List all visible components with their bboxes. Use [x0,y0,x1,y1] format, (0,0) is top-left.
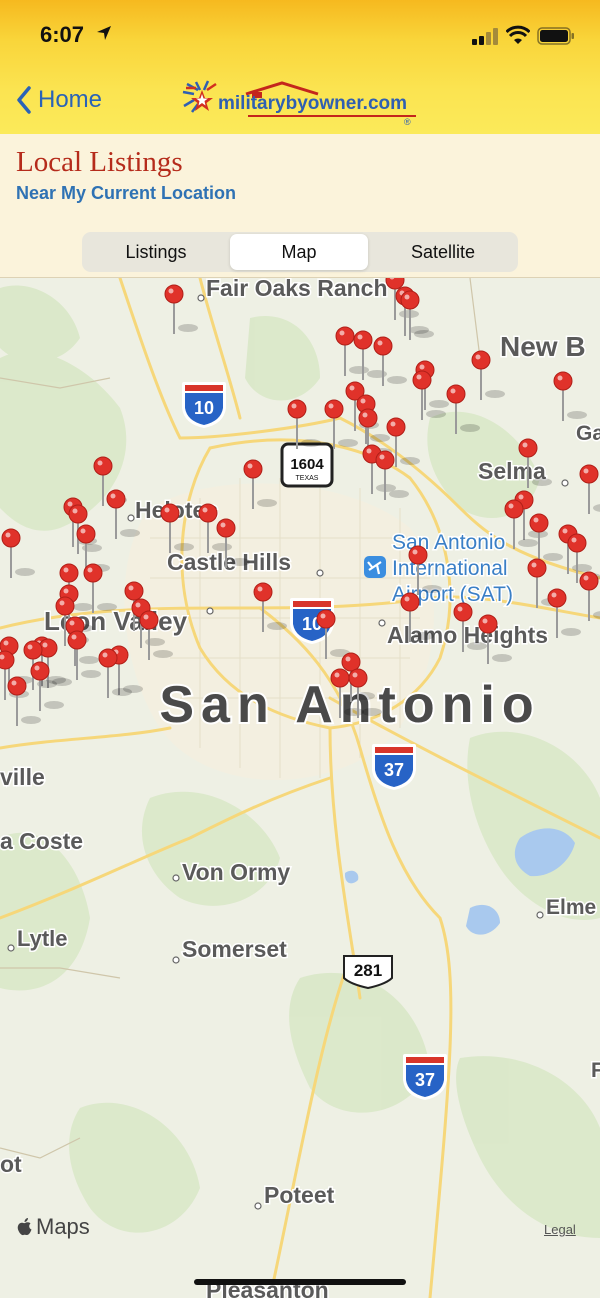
apple-maps-attribution: Maps [16,1214,90,1240]
view-segmented-control: Listings Map Satellite [82,232,518,272]
svg-text:1604: 1604 [290,456,324,473]
map-label-poteet: Poteet [264,1182,335,1208]
map-label-ot: ot [0,1151,22,1177]
battery-icon [537,27,574,45]
page-subtitle: Near My Current Location [16,183,237,203]
cellular-signal-icon [472,28,498,45]
registered-mark: ® [404,117,411,126]
apple-icon [17,1218,32,1236]
svg-text:TEXAS: TEXAS [296,475,319,482]
svg-text:10: 10 [194,398,214,418]
svg-text:37: 37 [384,760,404,780]
wifi-icon [506,25,530,44]
svg-text:37: 37 [415,1070,435,1090]
tab-listings[interactable]: Listings [84,234,228,270]
map-label-castle-hills: Castle Hills [167,549,291,575]
map-label-alamo-heights: Alamo Heights [387,622,548,648]
map-label-fair-oaks-ranch: Fair Oaks Ranch [206,278,388,301]
svg-text:281: 281 [354,961,382,980]
logo-text: militarybyowner.com [218,93,407,114]
legal-link[interactable]: Legal [544,1222,576,1237]
page-title: Local Listings [16,146,183,178]
location-arrow-icon [97,26,111,40]
map-label-lytle: Lytle [17,926,68,951]
map-view[interactable]: Fair Oaks Ranch New B Ga Selma Helotes C… [0,278,600,1298]
loop-1604-shield: 1604 TEXAS [280,442,334,488]
app-header: 6:07 Home militarybyowner.com ® [0,0,600,134]
tab-map[interactable]: Map [230,234,368,270]
maps-label: Maps [36,1214,90,1239]
map-label-airport-line2: International [392,557,508,580]
map-label-new-b: New B [500,331,586,362]
home-indicator[interactable] [194,1279,406,1285]
airport-marker[interactable] [364,556,386,578]
map-label-ga: Ga [576,422,600,445]
map-label-f: F [591,1059,600,1082]
tab-satellite[interactable]: Satellite [370,234,516,270]
map-label-somerset: Somerset [182,936,287,962]
back-button[interactable]: Home [16,86,102,114]
map-label-elme: Elme [546,896,596,919]
status-bar: 6:07 [0,0,600,68]
map-label-airport-line1: San Antonio [392,531,505,554]
map-label-oville: ville [0,764,45,790]
map-label-la-coste: a Coste [0,828,83,854]
chevron-left-icon [17,86,31,114]
back-button-label: Home [38,86,103,113]
map-label-von-ormy: Von Ormy [182,859,290,885]
us-281-shield: 281 [343,955,393,990]
status-time: 6:07 [40,22,85,47]
militarybyowner-logo[interactable]: militarybyowner.com ® [182,80,418,127]
